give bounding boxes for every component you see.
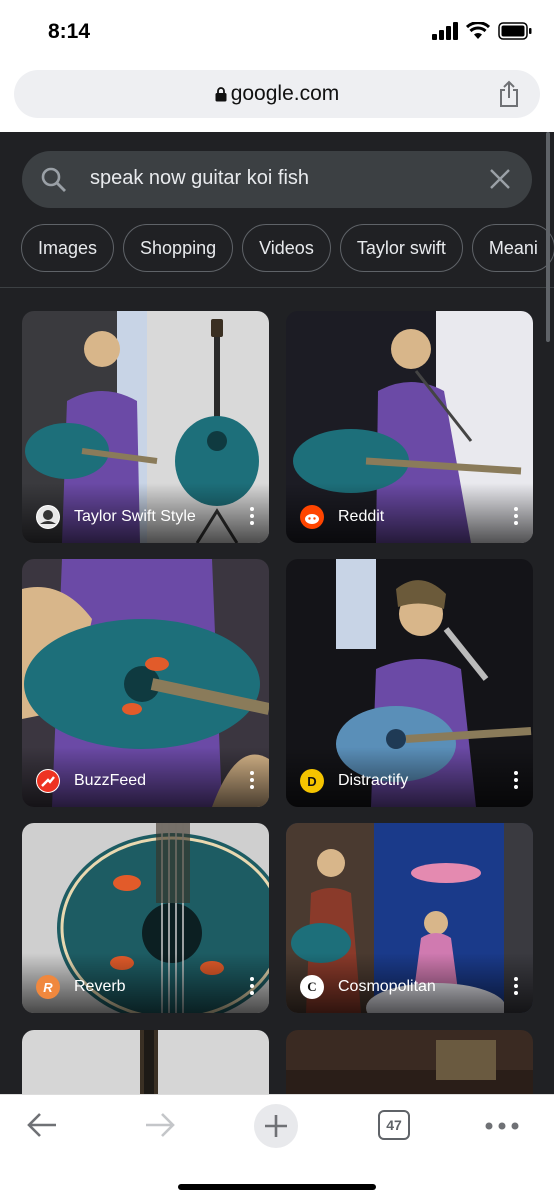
divider (0, 287, 554, 288)
source-name: Distractify (338, 772, 409, 789)
result-source: C Cosmopolitan (300, 975, 436, 999)
new-tab-icon[interactable] (253, 1103, 299, 1149)
wifi-icon (466, 22, 490, 39)
source-name: BuzzFeed (74, 772, 147, 789)
forward-arrow-icon[interactable] (142, 1107, 178, 1143)
search-query[interactable]: speak now guitar koi fish (90, 167, 309, 190)
image-result[interactable]: Reddit (286, 311, 533, 543)
cosmopolitan-icon: C (300, 975, 324, 999)
more-options-icon[interactable] (513, 771, 519, 789)
more-options-icon[interactable] (249, 507, 255, 525)
browser-address-area: google.com (0, 62, 554, 132)
source-name: Reddit (338, 508, 385, 525)
chip-images[interactable]: Images (21, 224, 115, 272)
chip-taylor-swift[interactable]: Taylor swift (339, 224, 463, 272)
image-result[interactable]: R Reverb (22, 823, 269, 1013)
clear-icon[interactable] (488, 167, 512, 191)
image-result[interactable] (22, 1030, 269, 1094)
tab-count-button[interactable]: 47 (378, 1110, 410, 1140)
globe-icon (36, 505, 60, 529)
image-result[interactable]: D Distractify (286, 559, 533, 807)
search-icon (41, 167, 66, 192)
status-time: 8:14 (48, 20, 91, 43)
result-image (22, 1030, 269, 1094)
more-options-icon[interactable] (513, 977, 519, 995)
source-name: Reverb (74, 978, 126, 995)
address-bar[interactable]: google.com (14, 70, 540, 118)
chip-shopping[interactable]: Shopping (123, 224, 234, 272)
image-result[interactable]: Taylor Swift Style (22, 311, 269, 543)
search-box[interactable]: speak now guitar koi fish (22, 151, 532, 208)
buzzfeed-icon (36, 769, 60, 793)
image-result[interactable]: BuzzFeed (22, 559, 269, 807)
status-bar: 8:14 (0, 0, 554, 62)
scrollbar[interactable] (546, 132, 550, 342)
chip-meaning[interactable]: Meani (471, 224, 554, 272)
more-options-icon[interactable] (513, 507, 519, 525)
reddit-icon (300, 505, 324, 529)
signal-icon (432, 22, 458, 40)
result-source: D Distractify (300, 769, 408, 793)
share-icon[interactable] (496, 80, 522, 108)
status-icons (432, 22, 532, 40)
more-menu-icon[interactable] (484, 1121, 520, 1131)
more-options-icon[interactable] (249, 977, 255, 995)
result-source: Reddit (300, 505, 384, 529)
image-result[interactable]: C Cosmopolitan (286, 823, 533, 1013)
battery-icon (498, 22, 532, 40)
source-name: Cosmopolitan (338, 978, 436, 995)
result-source: BuzzFeed (36, 769, 146, 793)
distractify-icon: D (300, 769, 324, 793)
result-image (286, 1030, 533, 1094)
reverb-icon: R (36, 975, 60, 999)
filter-chips: Images Shopping Videos Taylor swift Mean… (21, 224, 554, 272)
result-source: Taylor Swift Style (36, 505, 196, 529)
home-indicator[interactable] (178, 1184, 376, 1190)
image-result[interactable] (286, 1030, 533, 1094)
result-source: R Reverb (36, 975, 126, 999)
source-name: Taylor Swift Style (74, 508, 196, 525)
url-text: google.com (230, 82, 340, 105)
lock-icon (215, 86, 227, 101)
chip-videos[interactable]: Videos (242, 224, 331, 272)
back-arrow-icon[interactable] (24, 1107, 60, 1143)
more-options-icon[interactable] (249, 771, 255, 789)
search-results-page: speak now guitar koi fish Images Shoppin… (0, 132, 554, 1094)
